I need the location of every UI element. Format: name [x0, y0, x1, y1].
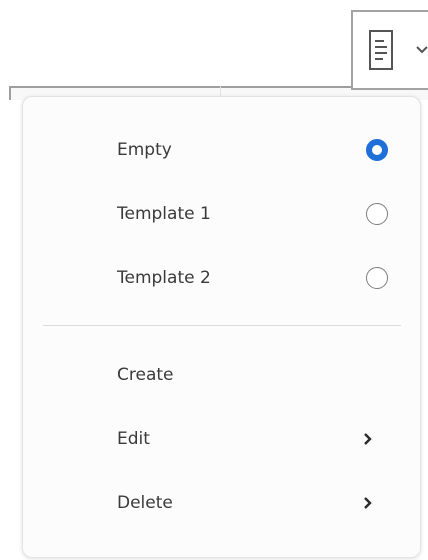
menu-action-edit[interactable]: Edit [23, 413, 420, 465]
menu-action-label: Create [117, 365, 174, 385]
menu-option-empty[interactable]: Empty [23, 124, 420, 176]
menu-separator [43, 325, 401, 326]
document-icon [369, 30, 393, 70]
menu-action-label: Edit [117, 429, 150, 449]
radio-unselected[interactable] [366, 203, 388, 225]
template-menu: Empty Template 1 Template 2 Create Edit … [22, 96, 421, 558]
radio-unselected[interactable] [366, 267, 388, 289]
chevron-right-icon [364, 433, 372, 445]
chevron-right-icon [364, 497, 372, 509]
stage: Empty Template 1 Template 2 Create Edit … [0, 0, 428, 560]
menu-action-label: Delete [117, 493, 173, 513]
radio-selected[interactable] [366, 139, 388, 161]
chevron-down-icon [416, 46, 428, 54]
menu-option-template-2[interactable]: Template 2 [23, 252, 420, 304]
menu-option-label: Template 1 [117, 204, 211, 224]
menu-action-delete[interactable]: Delete [23, 477, 420, 529]
menu-option-label: Empty [117, 140, 172, 160]
menu-action-create[interactable]: Create [23, 349, 420, 401]
menu-option-label: Template 2 [117, 268, 211, 288]
menu-option-template-1[interactable]: Template 1 [23, 188, 420, 240]
template-dropdown-button[interactable] [351, 10, 428, 90]
